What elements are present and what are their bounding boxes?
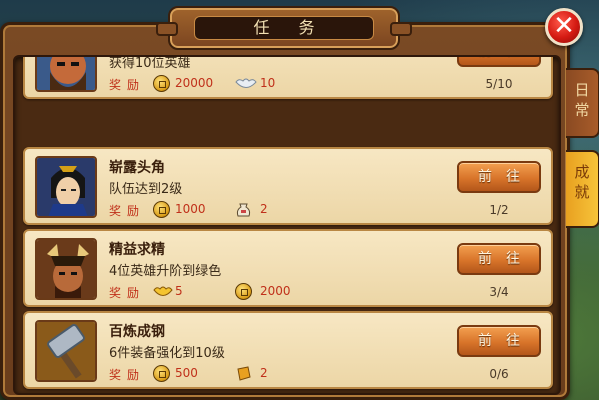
tab-achievement[interactable]: 成 就	[566, 150, 599, 228]
go-button[interactable]: 前往	[457, 243, 541, 275]
hammer-portrait	[35, 320, 97, 382]
task-card: 精益求精 4位英雄升阶到绿色 奖励 5 2000 前往 3/4	[23, 229, 553, 307]
title-plaque: 任 务	[156, 6, 412, 50]
task-name: 崭露头角	[109, 160, 165, 176]
task-progress: 5/10	[485, 77, 513, 91]
task-description: 队伍达到2级	[109, 182, 183, 197]
reward-value: 2	[260, 202, 268, 216]
tab-daily[interactable]: 日 常	[566, 68, 599, 138]
task-list[interactable]: 获得10位英雄 奖励 20000 10 前往 5/10	[13, 55, 561, 395]
gold-coin-icon	[235, 283, 252, 300]
task-description: 获得10位英雄	[109, 56, 191, 71]
reward-value: 20000	[175, 76, 214, 90]
reward-value: 5	[175, 284, 183, 298]
reward-label: 奖励	[109, 286, 146, 300]
task-card: 百炼成钢 6件装备强化到10级 奖励 500 2 前往 0/6	[23, 311, 553, 389]
hero-portrait	[35, 57, 97, 92]
hero-portrait	[35, 156, 97, 218]
reward-value: 1000	[175, 202, 206, 216]
reward-value: 500	[175, 366, 198, 380]
task-name: 百炼成钢	[109, 324, 165, 340]
task-progress: 3/4	[489, 285, 509, 299]
silver-ingot-icon	[235, 75, 257, 92]
reward-value: 2000	[260, 284, 291, 298]
go-button[interactable]: 前往	[457, 57, 541, 67]
tab-achievement-label: 成 就	[574, 163, 590, 201]
task-name: 精益求精	[109, 242, 165, 258]
reward-label: 奖励	[109, 204, 146, 218]
gold-coin-icon	[153, 201, 170, 218]
task-description: 6件装备强化到10级	[109, 346, 225, 361]
task-panel: 获得10位英雄 奖励 20000 10 前往 5/10	[0, 22, 570, 400]
go-button[interactable]: 前往	[457, 161, 541, 193]
gold-coin-icon	[153, 365, 170, 382]
task-progress: 1/2	[489, 203, 509, 217]
close-icon[interactable]: ✕	[545, 8, 583, 46]
reward-value: 2	[260, 366, 268, 380]
task-progress: 0/6	[489, 367, 509, 381]
task-card: 崭露头角 队伍达到2级 奖励 1000 2 前往 1/2	[23, 147, 553, 225]
panel-title: 任 务	[194, 16, 374, 40]
reward-label: 奖励	[109, 368, 146, 382]
task-card: 获得10位英雄 奖励 20000 10 前往 5/10	[23, 56, 553, 99]
gold-coin-icon	[153, 75, 170, 92]
reward-value: 10	[260, 76, 276, 90]
task-description: 4位英雄升阶到绿色	[109, 264, 222, 279]
reward-label: 奖励	[109, 78, 146, 92]
potion-bag-icon	[235, 201, 252, 218]
hero-portrait	[35, 238, 97, 300]
tab-daily-label: 日 常	[574, 81, 590, 119]
forge-stone-icon	[235, 365, 252, 382]
gold-ingot-icon	[153, 283, 173, 300]
go-button[interactable]: 前往	[457, 325, 541, 357]
